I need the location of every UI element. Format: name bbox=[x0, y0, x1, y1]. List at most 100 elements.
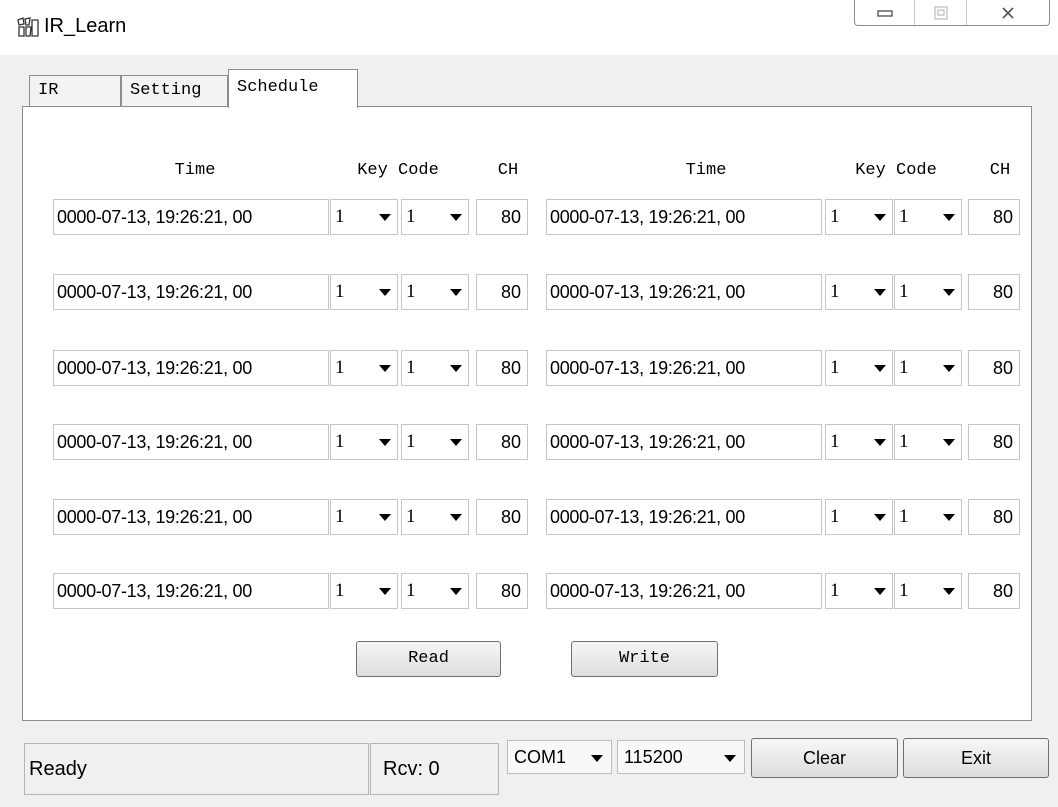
title-bar: IR_Learn bbox=[0, 0, 1058, 55]
schedule-ch-field[interactable]: 80 bbox=[968, 424, 1020, 460]
write-button[interactable]: Write bbox=[571, 641, 718, 677]
schedule-code-select[interactable]: 1 bbox=[401, 350, 469, 386]
schedule-time-field[interactable]: 0000-07-13, 19:26:21, 00 bbox=[53, 199, 329, 235]
schedule-code-select[interactable]: 1 bbox=[894, 424, 962, 460]
schedule-key-select[interactable]: 1 bbox=[330, 573, 398, 609]
schedule-code-select[interactable]: 1 bbox=[401, 499, 469, 535]
schedule-key-value: 1 bbox=[335, 431, 345, 452]
schedule-time-field[interactable]: 0000-07-13, 19:26:21, 00 bbox=[53, 274, 329, 310]
schedule-key-select[interactable]: 1 bbox=[825, 573, 893, 609]
close-button[interactable] bbox=[967, 0, 1049, 25]
schedule-time-field[interactable]: 0000-07-13, 19:26:21, 00 bbox=[53, 424, 329, 460]
schedule-key-select[interactable]: 1 bbox=[330, 424, 398, 460]
status-text: Ready bbox=[24, 743, 369, 795]
schedule-key-select[interactable]: 1 bbox=[825, 274, 893, 310]
dropdown-arrow-icon bbox=[874, 365, 886, 372]
tab-setting[interactable]: Setting bbox=[121, 75, 228, 107]
schedule-key-value: 1 bbox=[830, 281, 840, 302]
schedule-ch-field[interactable]: 80 bbox=[968, 199, 1020, 235]
schedule-key-select[interactable]: 1 bbox=[330, 274, 398, 310]
com-port-select[interactable]: COM1 bbox=[507, 740, 612, 774]
schedule-code-value: 1 bbox=[406, 206, 416, 227]
baud-rate-value: 115200 bbox=[624, 747, 683, 767]
schedule-ch-field[interactable]: 80 bbox=[476, 199, 528, 235]
exit-button[interactable]: Exit bbox=[903, 738, 1049, 778]
schedule-code-value: 1 bbox=[406, 431, 416, 452]
schedule-ch-field[interactable]: 80 bbox=[968, 274, 1020, 310]
keycode-header-right: Key Code bbox=[855, 161, 937, 180]
minimize-button[interactable] bbox=[855, 0, 915, 25]
schedule-time-field[interactable]: 0000-07-13, 19:26:21, 00 bbox=[546, 573, 822, 609]
dropdown-arrow-icon bbox=[450, 214, 462, 221]
dropdown-arrow-icon bbox=[943, 289, 955, 296]
schedule-key-value: 1 bbox=[830, 431, 840, 452]
schedule-key-value: 1 bbox=[335, 281, 345, 302]
dropdown-arrow-icon bbox=[379, 588, 391, 595]
schedule-key-value: 1 bbox=[335, 206, 345, 227]
schedule-time-field[interactable]: 0000-07-13, 19:26:21, 00 bbox=[53, 499, 329, 535]
schedule-time-field[interactable]: 0000-07-13, 19:26:21, 00 bbox=[546, 274, 822, 310]
schedule-code-value: 1 bbox=[899, 580, 909, 601]
app-icon bbox=[16, 16, 40, 38]
schedule-key-value: 1 bbox=[830, 580, 840, 601]
schedule-key-select[interactable]: 1 bbox=[825, 499, 893, 535]
schedule-key-select[interactable]: 1 bbox=[330, 350, 398, 386]
schedule-ch-field[interactable]: 80 bbox=[476, 274, 528, 310]
clear-button[interactable]: Clear bbox=[751, 738, 898, 778]
tab-ir[interactable]: IR bbox=[29, 75, 121, 107]
tab-schedule[interactable]: Schedule bbox=[228, 69, 358, 108]
schedule-key-select[interactable]: 1 bbox=[330, 199, 398, 235]
schedule-ch-field[interactable]: 80 bbox=[968, 350, 1020, 386]
schedule-key-select[interactable]: 1 bbox=[330, 499, 398, 535]
schedule-time-field[interactable]: 0000-07-13, 19:26:21, 00 bbox=[546, 350, 822, 386]
schedule-code-value: 1 bbox=[899, 431, 909, 452]
schedule-key-value: 1 bbox=[830, 206, 840, 227]
read-button[interactable]: Read bbox=[356, 641, 501, 677]
schedule-ch-field[interactable]: 80 bbox=[968, 499, 1020, 535]
schedule-code-select[interactable]: 1 bbox=[894, 199, 962, 235]
schedule-code-select[interactable]: 1 bbox=[401, 199, 469, 235]
maximize-button[interactable] bbox=[915, 0, 967, 25]
schedule-time-field[interactable]: 0000-07-13, 19:26:21, 00 bbox=[546, 424, 822, 460]
schedule-code-value: 1 bbox=[899, 281, 909, 302]
schedule-ch-field[interactable]: 80 bbox=[476, 424, 528, 460]
schedule-code-select[interactable]: 1 bbox=[894, 274, 962, 310]
schedule-code-select[interactable]: 1 bbox=[401, 424, 469, 460]
schedule-code-select[interactable]: 1 bbox=[894, 350, 962, 386]
dropdown-arrow-icon bbox=[943, 365, 955, 372]
schedule-ch-field[interactable]: 80 bbox=[476, 573, 528, 609]
schedule-key-value: 1 bbox=[830, 357, 840, 378]
keycode-header-left: Key Code bbox=[357, 161, 439, 180]
schedule-key-value: 1 bbox=[335, 506, 345, 527]
schedule-ch-field[interactable]: 80 bbox=[476, 350, 528, 386]
schedule-code-value: 1 bbox=[406, 506, 416, 527]
schedule-ch-field[interactable]: 80 bbox=[968, 573, 1020, 609]
dropdown-arrow-icon bbox=[943, 588, 955, 595]
dropdown-arrow-icon bbox=[724, 755, 736, 762]
schedule-code-select[interactable]: 1 bbox=[401, 573, 469, 609]
dropdown-arrow-icon bbox=[874, 289, 886, 296]
schedule-key-select[interactable]: 1 bbox=[825, 424, 893, 460]
schedule-key-select[interactable]: 1 bbox=[825, 350, 893, 386]
dropdown-arrow-icon bbox=[379, 289, 391, 296]
dropdown-arrow-icon bbox=[379, 514, 391, 521]
schedule-time-field[interactable]: 0000-07-13, 19:26:21, 00 bbox=[53, 573, 329, 609]
schedule-time-field[interactable]: 0000-07-13, 19:26:21, 00 bbox=[546, 499, 822, 535]
schedule-code-value: 1 bbox=[899, 357, 909, 378]
schedule-code-select[interactable]: 1 bbox=[401, 274, 469, 310]
dropdown-arrow-icon bbox=[943, 214, 955, 221]
dropdown-arrow-icon bbox=[874, 214, 886, 221]
dropdown-arrow-icon bbox=[943, 439, 955, 446]
time-header-left: Time bbox=[174, 161, 216, 180]
dropdown-arrow-icon bbox=[450, 439, 462, 446]
schedule-time-field[interactable]: 0000-07-13, 19:26:21, 00 bbox=[546, 199, 822, 235]
schedule-time-field[interactable]: 0000-07-13, 19:26:21, 00 bbox=[53, 350, 329, 386]
schedule-code-select[interactable]: 1 bbox=[894, 499, 962, 535]
schedule-code-select[interactable]: 1 bbox=[894, 573, 962, 609]
dropdown-arrow-icon bbox=[943, 514, 955, 521]
schedule-ch-field[interactable]: 80 bbox=[476, 499, 528, 535]
baud-rate-select[interactable]: 115200 bbox=[617, 740, 745, 774]
close-icon bbox=[1002, 6, 1014, 19]
schedule-key-select[interactable]: 1 bbox=[825, 199, 893, 235]
minimize-icon bbox=[876, 9, 893, 17]
